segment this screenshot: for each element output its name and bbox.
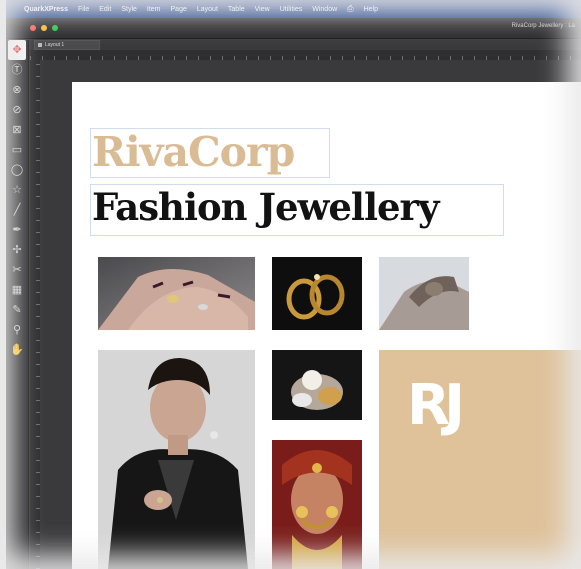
menu-page[interactable]: Page [171, 6, 187, 13]
pearl-rings-photo[interactable] [272, 350, 362, 420]
add-point-tool-icon[interactable]: ✢ [6, 240, 28, 260]
menu-help[interactable]: Help [364, 6, 378, 13]
layout-tab-bar: Layout 1 [30, 40, 581, 50]
horizontal-ruler[interactable] [30, 50, 581, 60]
app-window: QuarkXPress File Edit Style Item Page La… [6, 0, 581, 569]
table-tool-icon[interactable]: ▦ [6, 280, 28, 300]
menu-view[interactable]: View [255, 6, 270, 13]
menu-window[interactable]: Window [312, 6, 337, 13]
brand-subtitle: Fashion Jewellery [92, 185, 440, 229]
model-portrait-photo[interactable] [98, 350, 255, 569]
document-title: RivaCorp Jewellery : La [511, 23, 575, 29]
document-page[interactable]: RivaCorp Fashion Jewellery RJ [72, 82, 581, 569]
menu-app-name[interactable]: QuarkXPress [24, 6, 68, 13]
hands-rings-photo[interactable] [98, 257, 255, 330]
rj-logo: RJ [407, 373, 465, 438]
menu-edit[interactable]: Edit [99, 6, 111, 13]
menu-bar: QuarkXPress File Edit Style Item Page La… [6, 0, 581, 18]
brand-logo-block[interactable]: RJ [379, 350, 581, 569]
move-tool-icon[interactable]: ✥ [8, 40, 26, 60]
eyedropper-tool-icon[interactable]: ✎ [6, 300, 28, 320]
menu-style[interactable]: Style [121, 6, 137, 13]
zoom-tool-icon[interactable]: ⚲ [6, 320, 28, 340]
menu-item[interactable]: Item [147, 6, 161, 13]
brand-title: RivaCorp [92, 128, 295, 176]
bridal-jewellery-photo[interactable] [272, 440, 362, 569]
scissors-tool-icon[interactable]: ✂ [6, 260, 28, 280]
menu-file[interactable]: File [78, 6, 89, 13]
starburst-tool-icon[interactable]: ☆ [6, 180, 28, 200]
window-title-bar: RivaCorp Jewellery : La [6, 18, 581, 39]
rectangle-box-tool-icon[interactable]: ▭ [6, 140, 28, 160]
menu-layout[interactable]: Layout [197, 6, 218, 13]
script-menu-icon[interactable]: ⎙ [347, 4, 353, 14]
hand-tool-icon[interactable]: ✋ [6, 340, 28, 360]
menu-utilities[interactable]: Utilities [280, 6, 303, 13]
text-unlinking-tool-icon[interactable]: ⊘ [6, 100, 28, 120]
bezier-pen-tool-icon[interactable]: ✒ [6, 220, 28, 240]
picture-content-tool-icon[interactable]: ⊠ [6, 120, 28, 140]
gold-rings-photo[interactable] [272, 257, 362, 330]
ring-closeup-photo[interactable] [379, 257, 469, 330]
close-window-button[interactable] [30, 25, 36, 31]
zoom-window-button[interactable] [52, 25, 58, 31]
text-content-tool-icon[interactable]: Ⓣ [6, 60, 28, 80]
text-linking-tool-icon[interactable]: ⊗ [6, 80, 28, 100]
oval-box-tool-icon[interactable]: ◯ [6, 160, 28, 180]
vertical-ruler[interactable] [30, 60, 40, 569]
tools-palette: ✥ Ⓣ ⊗ ⊘ ⊠ ▭ ◯ ☆ ╱ ✒ ✢ ✂ ▦ ✎ ⚲ ✋ [6, 40, 29, 569]
line-tool-icon[interactable]: ╱ [6, 200, 28, 220]
window-controls [30, 25, 58, 31]
minimize-window-button[interactable] [41, 25, 47, 31]
layout-tab[interactable]: Layout 1 [34, 40, 100, 50]
menu-table[interactable]: Table [228, 6, 245, 13]
